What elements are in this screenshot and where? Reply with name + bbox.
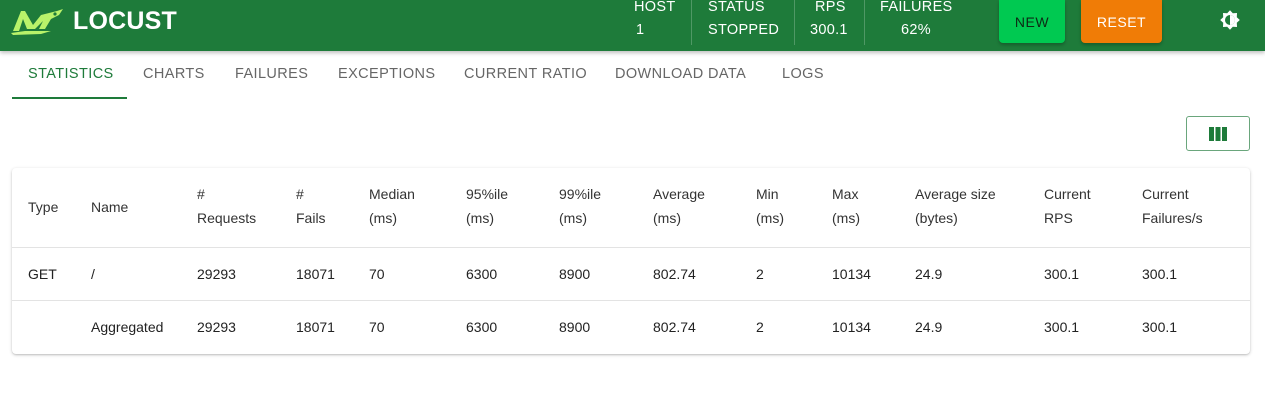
column-header-p95[interactable]: 95%ile (ms) bbox=[466, 182, 508, 230]
cell-p99: 8900 bbox=[559, 266, 591, 282]
column-header-text: (bytes) bbox=[915, 210, 958, 226]
column-header-text: (ms) bbox=[466, 210, 494, 226]
column-header-text: (ms) bbox=[559, 210, 587, 226]
cell-median: 70 bbox=[369, 319, 385, 335]
column-header-current-rps[interactable]: Current RPS bbox=[1044, 182, 1091, 230]
column-header-text: # bbox=[197, 186, 205, 202]
column-header-avg-size[interactable]: Average size (bytes) bbox=[915, 182, 996, 230]
cell-min: 2 bbox=[756, 319, 764, 335]
cell-fails: 18071 bbox=[296, 319, 335, 335]
stat-status: STATUS STOPPED bbox=[708, 0, 794, 45]
tab-bar: STATISTICS CHARTS FAILURES EXCEPTIONS CU… bbox=[0, 51, 1265, 99]
column-header-min[interactable]: Min (ms) bbox=[756, 182, 784, 230]
stat-status-value: STOPPED bbox=[708, 22, 780, 38]
stat-rps-value: 300.1 bbox=[810, 22, 848, 38]
app-name: LOCUST bbox=[73, 7, 177, 35]
statistics-table: Type Name # Requests # Fails Median (ms) 95%ile (… bbox=[12, 168, 1250, 354]
column-header-text: Average size bbox=[915, 186, 996, 202]
stat-rps: RPS 300.1 bbox=[810, 0, 864, 45]
table-header-row: Type Name # Requests # Fails Median (ms) 95%ile (… bbox=[12, 168, 1250, 248]
column-header-text: Fails bbox=[296, 210, 326, 226]
column-header-text: Current bbox=[1142, 186, 1189, 202]
stat-host: HOST 1 bbox=[634, 0, 691, 45]
tab-download-data[interactable]: DOWNLOAD DATA bbox=[615, 66, 746, 82]
cell-current-failures: 300.1 bbox=[1142, 319, 1178, 335]
cell-max: 10134 bbox=[832, 266, 871, 282]
column-header-current-failures[interactable]: Current Failures/s bbox=[1142, 182, 1203, 230]
column-header-type[interactable]: Type bbox=[28, 195, 58, 219]
cell-average: 802.74 bbox=[653, 319, 696, 335]
column-header-text: 99%ile bbox=[559, 186, 602, 202]
column-header-text: Median bbox=[369, 186, 415, 202]
tab-statistics[interactable]: STATISTICS bbox=[28, 66, 114, 82]
cell-average: 802.74 bbox=[653, 266, 696, 282]
app-header: LOCUST HOST 1 STATUS STOPPED RPS 300.1 F… bbox=[0, 0, 1265, 51]
column-selector-button[interactable] bbox=[1186, 116, 1250, 151]
cell-type: GET bbox=[28, 266, 57, 282]
reset-button[interactable]: RESET bbox=[1081, 0, 1162, 43]
column-header-name[interactable]: Name bbox=[91, 195, 128, 219]
tab-failures[interactable]: FAILURES bbox=[235, 66, 308, 82]
column-header-text: Average bbox=[653, 186, 705, 202]
theme-toggle-icon[interactable] bbox=[1218, 8, 1242, 32]
cell-current-failures: 300.1 bbox=[1142, 266, 1178, 282]
cell-current-rps: 300.1 bbox=[1044, 266, 1080, 282]
cell-name: Aggregated bbox=[91, 319, 164, 335]
cell-median: 70 bbox=[369, 266, 385, 282]
column-header-text: Min bbox=[756, 186, 779, 202]
stat-divider bbox=[794, 0, 795, 45]
column-header-text: (ms) bbox=[369, 210, 397, 226]
cell-avg-size: 24.9 bbox=[915, 266, 943, 282]
locust-logo[interactable]: LOCUST bbox=[11, 7, 177, 35]
stat-failures-value: 62% bbox=[901, 22, 931, 38]
cell-requests: 29293 bbox=[197, 266, 236, 282]
tab-current-ratio[interactable]: CURRENT RATIO bbox=[464, 66, 587, 82]
table-row: GET / 29293 18071 70 6300 8900 802.74 2 10134 24.9… bbox=[12, 248, 1250, 301]
column-header-max[interactable]: Max (ms) bbox=[832, 182, 860, 230]
stat-status-label: STATUS bbox=[708, 0, 765, 15]
column-header-p99[interactable]: 99%ile (ms) bbox=[559, 182, 601, 230]
view-column-icon bbox=[1209, 126, 1227, 141]
stat-divider bbox=[864, 0, 865, 45]
cell-p99: 8900 bbox=[559, 319, 591, 335]
cell-fails: 18071 bbox=[296, 266, 335, 282]
column-header-text: (ms) bbox=[756, 210, 784, 226]
tab-charts[interactable]: CHARTS bbox=[143, 66, 205, 82]
column-header-text: Name bbox=[91, 199, 129, 215]
column-header-text: Type bbox=[28, 199, 59, 215]
cell-min: 2 bbox=[756, 266, 764, 282]
stat-divider bbox=[691, 0, 692, 45]
cell-requests: 29293 bbox=[197, 319, 236, 335]
tab-logs[interactable]: LOGS bbox=[782, 66, 824, 82]
cell-avg-size: 24.9 bbox=[915, 319, 943, 335]
table-row: Aggregated 29293 18071 70 6300 8900 802.74 2 101… bbox=[12, 301, 1250, 354]
new-button[interactable]: NEW bbox=[999, 0, 1065, 43]
cell-current-rps: 300.1 bbox=[1044, 319, 1080, 335]
cell-max: 10134 bbox=[832, 319, 871, 335]
active-tab-indicator bbox=[12, 97, 127, 99]
column-header-text: (ms) bbox=[653, 210, 681, 226]
column-header-text: Max bbox=[832, 186, 859, 202]
tab-exceptions[interactable]: EXCEPTIONS bbox=[338, 66, 435, 82]
column-header-text: Failures/s bbox=[1142, 210, 1203, 226]
column-header-fails[interactable]: # Fails bbox=[296, 182, 326, 230]
column-header-text: (ms) bbox=[832, 210, 860, 226]
column-header-text: RPS bbox=[1044, 210, 1073, 226]
cell-p95: 6300 bbox=[466, 266, 498, 282]
stat-rps-label: RPS bbox=[815, 0, 846, 15]
column-header-text: Current bbox=[1044, 186, 1091, 202]
column-header-text: 95%ile bbox=[466, 186, 509, 202]
column-header-text: # bbox=[296, 186, 304, 202]
stat-failures: FAILURES 62% bbox=[880, 0, 960, 45]
cell-p95: 6300 bbox=[466, 319, 498, 335]
column-header-requests[interactable]: # Requests bbox=[197, 182, 256, 230]
cell-name: / bbox=[91, 266, 95, 282]
column-header-median[interactable]: Median (ms) bbox=[369, 182, 415, 230]
column-header-text: Requests bbox=[197, 210, 257, 226]
stat-failures-label: FAILURES bbox=[880, 0, 953, 15]
stat-host-value: 1 bbox=[636, 22, 645, 38]
stat-host-label: HOST bbox=[634, 0, 676, 15]
locust-logo-icon bbox=[11, 9, 63, 35]
column-header-average[interactable]: Average (ms) bbox=[653, 182, 705, 230]
